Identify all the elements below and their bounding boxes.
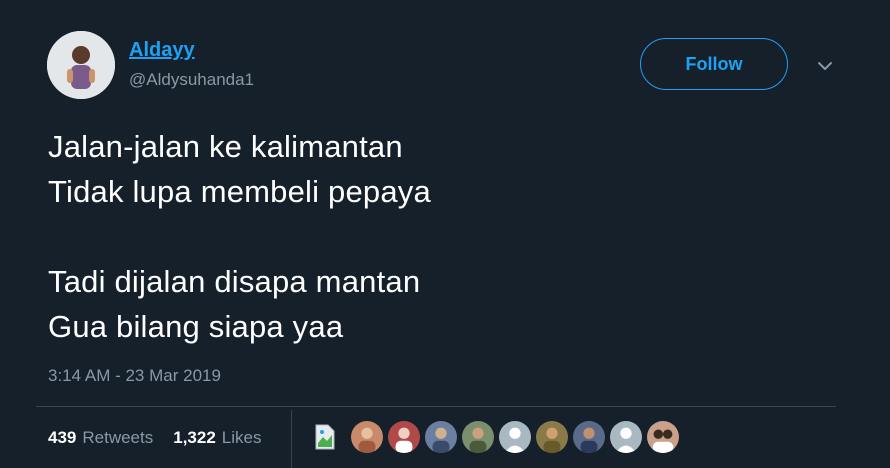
tweet-line: Tadi dijalan disapa mantan (48, 264, 421, 299)
tweet-timestamp[interactable]: 3:14 AM - 23 Mar 2019 (48, 366, 221, 386)
tweet-line: Tidak lupa membeli pepaya (48, 174, 431, 209)
liker-avatar[interactable] (535, 420, 569, 454)
follow-button[interactable]: Follow (640, 38, 788, 90)
likes-label: Likes (221, 428, 262, 447)
liker-avatar[interactable] (572, 420, 606, 454)
retweets-stat[interactable]: 439 Retweets (48, 428, 153, 448)
tweet-card: Aldayy @Aldysuhanda1 Follow Jalan-jalan … (0, 0, 890, 468)
default-avatar[interactable] (498, 420, 532, 454)
likes-count: 1,322 (173, 428, 216, 447)
tweet-line: Gua bilang siapa yaa (48, 309, 344, 344)
divider (36, 406, 836, 407)
tweet-line: Jalan-jalan ke kalimantan (48, 129, 403, 164)
tweet-line (48, 214, 431, 259)
display-name[interactable]: Aldayy (129, 39, 195, 62)
likes-stat[interactable]: 1,322 Likes (173, 428, 261, 448)
liker-avatar[interactable] (424, 420, 458, 454)
stats-divider (291, 410, 292, 468)
retweets-label: Retweets (82, 428, 154, 447)
retweets-count: 439 (48, 428, 77, 447)
chevron-down-icon[interactable] (813, 56, 837, 76)
user-handle: @Aldysuhanda1 (129, 70, 255, 89)
tweet-stats: 439 Retweets 1,322 Likes (48, 428, 281, 448)
user-avatar[interactable] (47, 31, 115, 99)
liker-avatar[interactable] (646, 420, 680, 454)
liker-avatar[interactable] (350, 420, 384, 454)
broken-image-icon[interactable] (308, 420, 342, 454)
tweet-text: Jalan-jalan ke kalimantan Tidak lupa mem… (48, 124, 431, 349)
liker-avatar[interactable] (387, 420, 421, 454)
liker-avatar[interactable] (461, 420, 495, 454)
likers-list (306, 420, 683, 454)
default-avatar[interactable] (609, 420, 643, 454)
